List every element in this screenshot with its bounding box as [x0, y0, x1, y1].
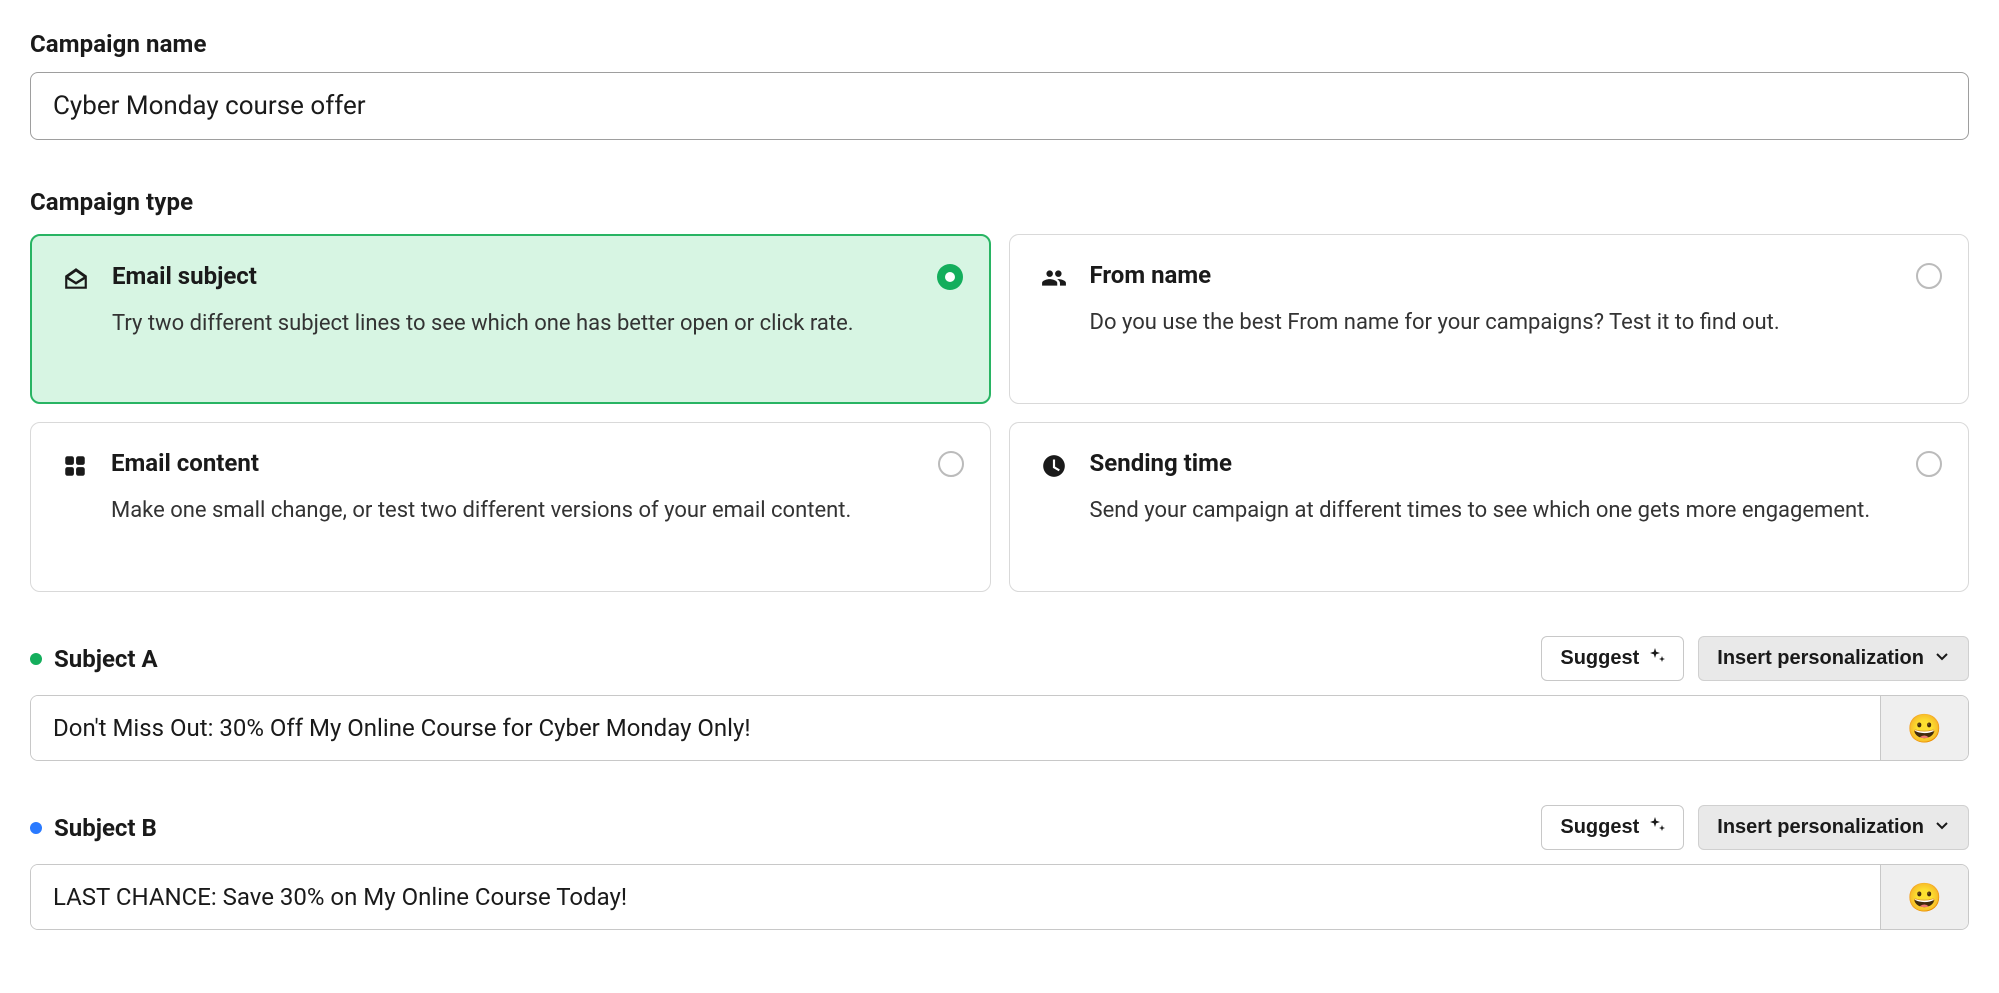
emoji-icon: 😀 — [1907, 881, 1942, 914]
subject-b-label-text: Subject B — [54, 814, 157, 842]
radio-indicator[interactable] — [937, 264, 963, 290]
campaign-type-option-email-subject[interactable]: Email subject Try two different subject … — [30, 234, 991, 404]
subject-b-dot-icon — [30, 822, 42, 834]
campaign-name-input[interactable] — [30, 72, 1969, 140]
chevron-down-icon — [1934, 647, 1950, 670]
option-desc: Do you use the best From name for your c… — [1090, 307, 1941, 339]
option-title: From name — [1090, 261, 1941, 289]
emoji-icon: 😀 — [1907, 712, 1942, 745]
suggest-label: Suggest — [1560, 816, 1639, 839]
campaign-type-label: Campaign type — [30, 188, 1969, 216]
emoji-picker-button[interactable]: 😀 — [1880, 865, 1968, 929]
insert-personalization-button[interactable]: Insert personalization — [1698, 805, 1969, 850]
chevron-down-icon — [1934, 816, 1950, 839]
option-title: Sending time — [1090, 449, 1941, 477]
subject-a-label-text: Subject A — [54, 645, 158, 673]
emoji-picker-button[interactable]: 😀 — [1880, 696, 1968, 760]
sparkle-icon — [1649, 816, 1665, 839]
sparkle-icon — [1649, 647, 1665, 670]
campaign-type-option-email-content[interactable]: Email content Make one small change, or … — [30, 422, 991, 592]
radio-indicator[interactable] — [1916, 451, 1942, 477]
suggest-label: Suggest — [1560, 647, 1639, 670]
suggest-button[interactable]: Suggest — [1541, 805, 1684, 850]
grid-icon — [61, 452, 89, 480]
campaign-type-option-from-name[interactable]: From name Do you use the best From name … — [1009, 234, 1970, 404]
radio-indicator[interactable] — [1916, 263, 1942, 289]
personalization-label: Insert personalization — [1717, 816, 1924, 839]
clock-icon — [1040, 452, 1068, 480]
insert-personalization-button[interactable]: Insert personalization — [1698, 636, 1969, 681]
option-title: Email subject — [112, 262, 961, 290]
campaign-type-option-sending-time[interactable]: Sending time Send your campaign at diffe… — [1009, 422, 1970, 592]
subject-b-label: Subject B — [30, 814, 157, 842]
radio-indicator[interactable] — [938, 451, 964, 477]
option-desc: Send your campaign at different times to… — [1090, 495, 1941, 527]
envelope-open-icon — [62, 265, 90, 293]
option-title: Email content — [111, 449, 962, 477]
suggest-button[interactable]: Suggest — [1541, 636, 1684, 681]
people-icon — [1040, 264, 1068, 292]
subject-b-input[interactable] — [31, 865, 1880, 929]
option-desc: Try two different subject lines to see w… — [112, 308, 961, 340]
option-desc: Make one small change, or test two diffe… — [111, 495, 962, 527]
subject-a-label: Subject A — [30, 645, 158, 673]
personalization-label: Insert personalization — [1717, 647, 1924, 670]
subject-a-dot-icon — [30, 653, 42, 665]
subject-a-input[interactable] — [31, 696, 1880, 760]
campaign-name-label: Campaign name — [30, 30, 1969, 58]
